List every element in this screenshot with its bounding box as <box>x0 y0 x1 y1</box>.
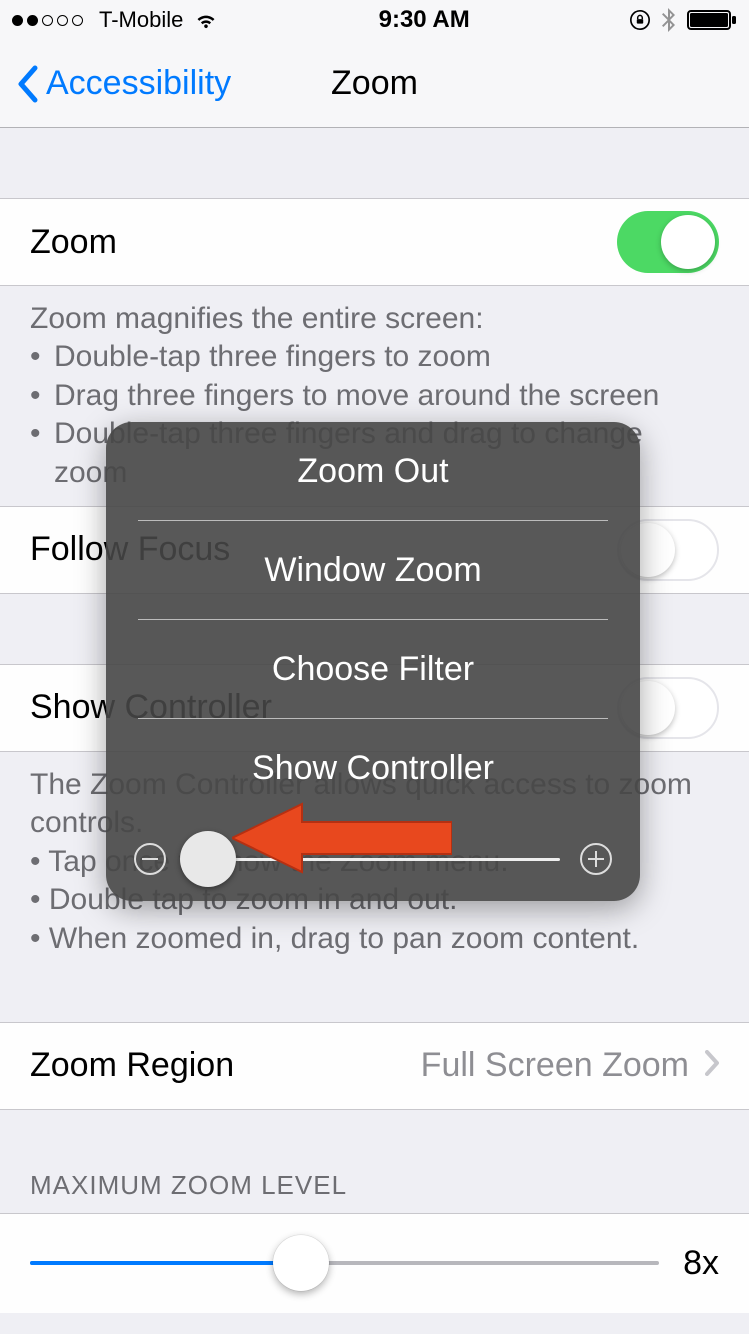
zoom-region-label: Zoom Region <box>30 1046 234 1085</box>
zoom-out-button[interactable] <box>132 841 168 877</box>
signal-strength-icon <box>12 15 83 26</box>
zoom-toggle-switch[interactable] <box>617 211 719 273</box>
bluetooth-icon <box>661 8 677 32</box>
max-zoom-slider-thumb[interactable] <box>273 1235 329 1291</box>
back-label: Accessibility <box>46 64 231 103</box>
status-bar: T-Mobile 9:30 AM <box>0 0 749 40</box>
zoom-in-button[interactable] <box>578 841 614 877</box>
zoom-desc-header: Zoom magnifies the entire screen: <box>30 300 719 338</box>
status-time: 9:30 AM <box>379 6 470 34</box>
menu-choose-filter[interactable]: Choose Filter <box>106 620 640 718</box>
max-zoom-value: 8x <box>683 1244 719 1283</box>
zoom-desc-bullet-1: Double-tap three fingers to zoom <box>54 338 491 376</box>
max-zoom-header: MAXIMUM ZOOM LEVEL <box>0 1170 749 1213</box>
chevron-left-icon <box>16 64 40 104</box>
zoom-desc-bullet-2: Drag three fingers to move around the sc… <box>54 377 659 415</box>
zoom-menu-popover: Zoom Out Window Zoom Choose Filter Show … <box>106 422 640 901</box>
controller-desc-bullet-3: • When zoomed in, drag to pan zoom conte… <box>30 920 719 958</box>
zoom-region-value: Full Screen Zoom <box>421 1046 689 1085</box>
status-right <box>629 8 737 32</box>
menu-show-controller[interactable]: Show Controller <box>106 719 640 817</box>
battery-icon <box>687 8 737 32</box>
max-zoom-slider[interactable] <box>30 1261 659 1265</box>
wifi-icon <box>193 7 219 33</box>
menu-window-zoom[interactable]: Window Zoom <box>106 521 640 619</box>
menu-zoom-out[interactable]: Zoom Out <box>106 422 640 520</box>
status-left: T-Mobile <box>12 7 219 33</box>
nav-bar: Accessibility Zoom <box>0 40 749 128</box>
back-button[interactable]: Accessibility <box>0 64 231 104</box>
carrier-label: T-Mobile <box>99 7 183 33</box>
chevron-right-icon <box>705 1046 719 1085</box>
zoom-toggle-cell[interactable]: Zoom <box>0 198 749 286</box>
zoom-region-cell[interactable]: Zoom Region Full Screen Zoom <box>0 1022 749 1110</box>
zoom-level-slider-row <box>106 817 640 901</box>
zoom-toggle-label: Zoom <box>30 223 117 262</box>
zoom-level-slider[interactable] <box>186 858 560 861</box>
max-zoom-slider-row: 8x <box>0 1213 749 1313</box>
zoom-level-slider-thumb[interactable] <box>180 831 236 887</box>
orientation-lock-icon <box>629 9 651 31</box>
